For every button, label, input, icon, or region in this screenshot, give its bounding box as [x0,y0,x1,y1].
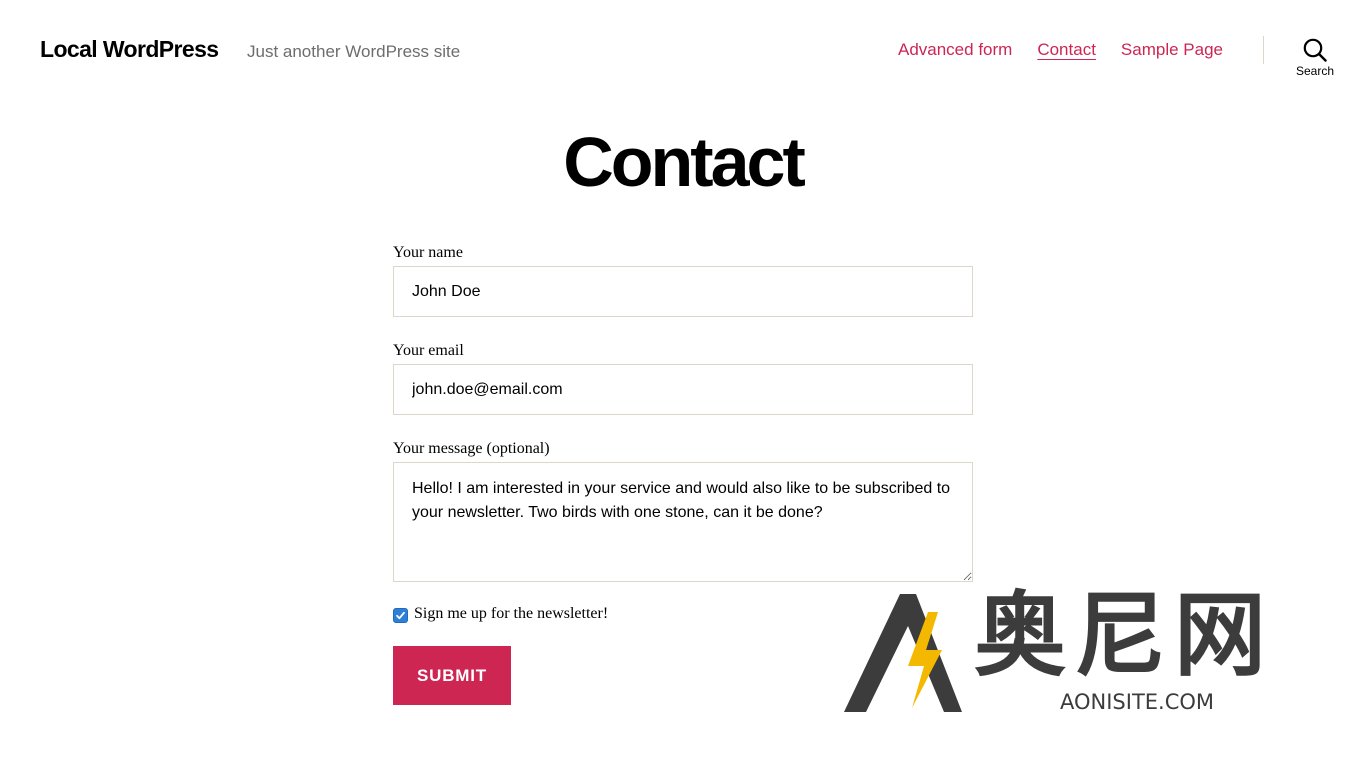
search-icon [1303,38,1327,62]
checkmark-icon [396,611,405,619]
name-field-group: Your name [393,243,973,317]
nav-link-contact[interactable]: Contact [1037,40,1096,60]
nav-link-sample-page[interactable]: Sample Page [1121,40,1223,60]
message-label: Your message (optional) [393,440,550,457]
name-input[interactable] [393,266,973,317]
page-title: Contact [563,123,806,201]
newsletter-checkbox-label[interactable]: Sign me up for the newsletter! [414,605,608,623]
primary-nav: Advanced form Contact Sample Page [898,40,1223,60]
watermark-english-text: AONISITE.COM [1060,690,1215,714]
name-label: Your name [393,244,463,261]
newsletter-checkbox[interactable] [393,607,408,623]
aonisite-logo-icon [844,594,962,712]
message-textarea[interactable]: Hello! I am interested in your service a… [393,462,973,582]
email-label: Your email [393,342,464,359]
nav-link-advanced-form[interactable]: Advanced form [898,40,1012,60]
email-input[interactable] [393,364,973,415]
site-header: Local WordPress Just another WordPress s… [0,0,1366,100]
site-title-link[interactable]: Local WordPress [40,36,219,63]
message-field-group: Your message (optional) Hello! I am inte… [393,439,973,582]
site-tagline: Just another WordPress site [247,42,461,61]
search-toggle-button[interactable]: Search [1286,36,1344,88]
watermark-logo: 奥尼网 AONISITE.COM [842,586,1316,718]
header-divider [1263,36,1264,64]
search-toggle-label: Search [1295,64,1335,78]
submit-button[interactable]: SUBMIT [393,646,511,705]
watermark-chinese-text: 奥尼网 [974,582,1275,689]
email-field-group: Your email [393,341,973,415]
